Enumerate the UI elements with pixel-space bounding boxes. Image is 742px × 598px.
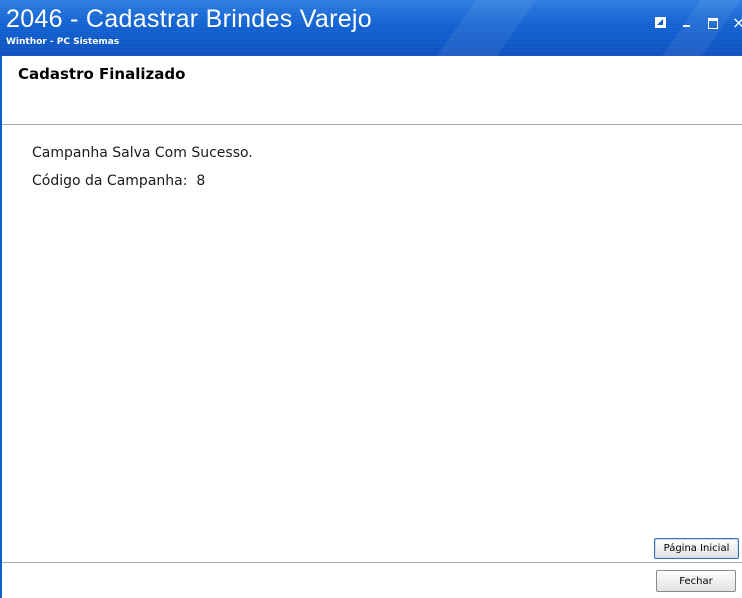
maximize-icon[interactable] bbox=[706, 16, 720, 30]
title-bar: 2046 - Cadastrar Brindes Varejo Winthor … bbox=[0, 0, 742, 56]
footer-divider bbox=[2, 562, 742, 563]
restore-icon[interactable] bbox=[654, 16, 668, 30]
minimize-icon[interactable] bbox=[680, 16, 694, 30]
page-title: Cadastro Finalizado bbox=[18, 65, 186, 83]
window-subtitle: Winthor - PC Sistemas bbox=[6, 37, 120, 47]
home-page-button[interactable]: Página Inicial bbox=[654, 538, 739, 559]
close-button[interactable]: Fechar bbox=[656, 570, 736, 592]
section-header: Cadastro Finalizado bbox=[2, 56, 742, 125]
window-title: 2046 - Cadastrar Brindes Varejo bbox=[6, 5, 372, 33]
close-icon[interactable]: × bbox=[732, 16, 742, 30]
main-content: Campanha Salva Com Sucesso. Código da Ca… bbox=[2, 125, 742, 535]
campaign-code-text: Código da Campanha: 8 bbox=[32, 173, 206, 189]
success-message: Campanha Salva Com Sucesso. bbox=[32, 145, 253, 161]
window-controls: × bbox=[654, 14, 742, 32]
